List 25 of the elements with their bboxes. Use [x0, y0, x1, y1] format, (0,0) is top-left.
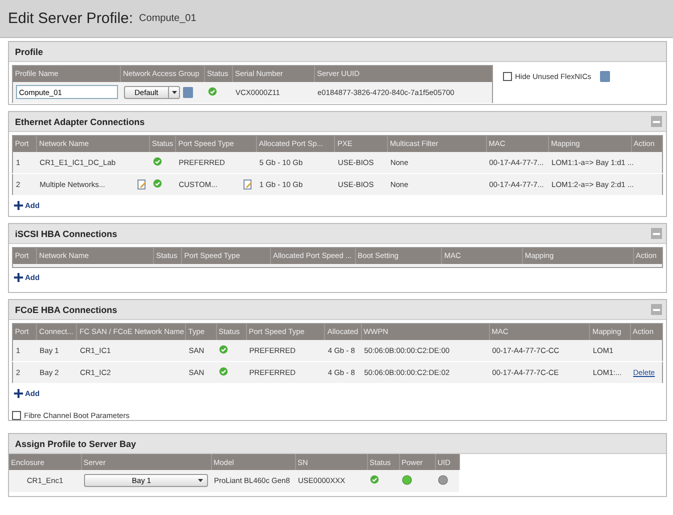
check-circle-icon [219, 344, 228, 354]
check-circle-icon [208, 86, 216, 96]
section-title: iSCSI HBA Connections [15, 228, 118, 238]
check-circle-icon [219, 367, 228, 376]
edit-document-icon[interactable] [136, 179, 147, 190]
section-title: Assign Profile to Server Bay [15, 438, 136, 448]
collapse-button[interactable] [651, 116, 662, 127]
edit-document-icon[interactable] [243, 179, 254, 190]
check-circle-icon [152, 179, 162, 188]
caret-icon [172, 90, 177, 94]
section-title: Ethernet Adapter Connections [15, 116, 145, 126]
check-circle-icon [370, 475, 379, 484]
profile-name: Compute_01 [139, 13, 196, 24]
collapse-button[interactable] [651, 304, 662, 315]
section-title: Profile [15, 46, 44, 56]
page-title: Edit Server Profile: [8, 10, 134, 27]
section-title: FCoE HBA Connections [15, 304, 118, 314]
minus-icon [653, 120, 660, 122]
caret-icon [198, 479, 203, 482]
minus-icon [653, 232, 660, 234]
minus-icon [653, 308, 660, 310]
collapse-button[interactable] [651, 228, 662, 239]
check-circle-icon [152, 156, 162, 166]
checkbox[interactable] [12, 411, 21, 420]
checkbox[interactable] [503, 72, 512, 81]
